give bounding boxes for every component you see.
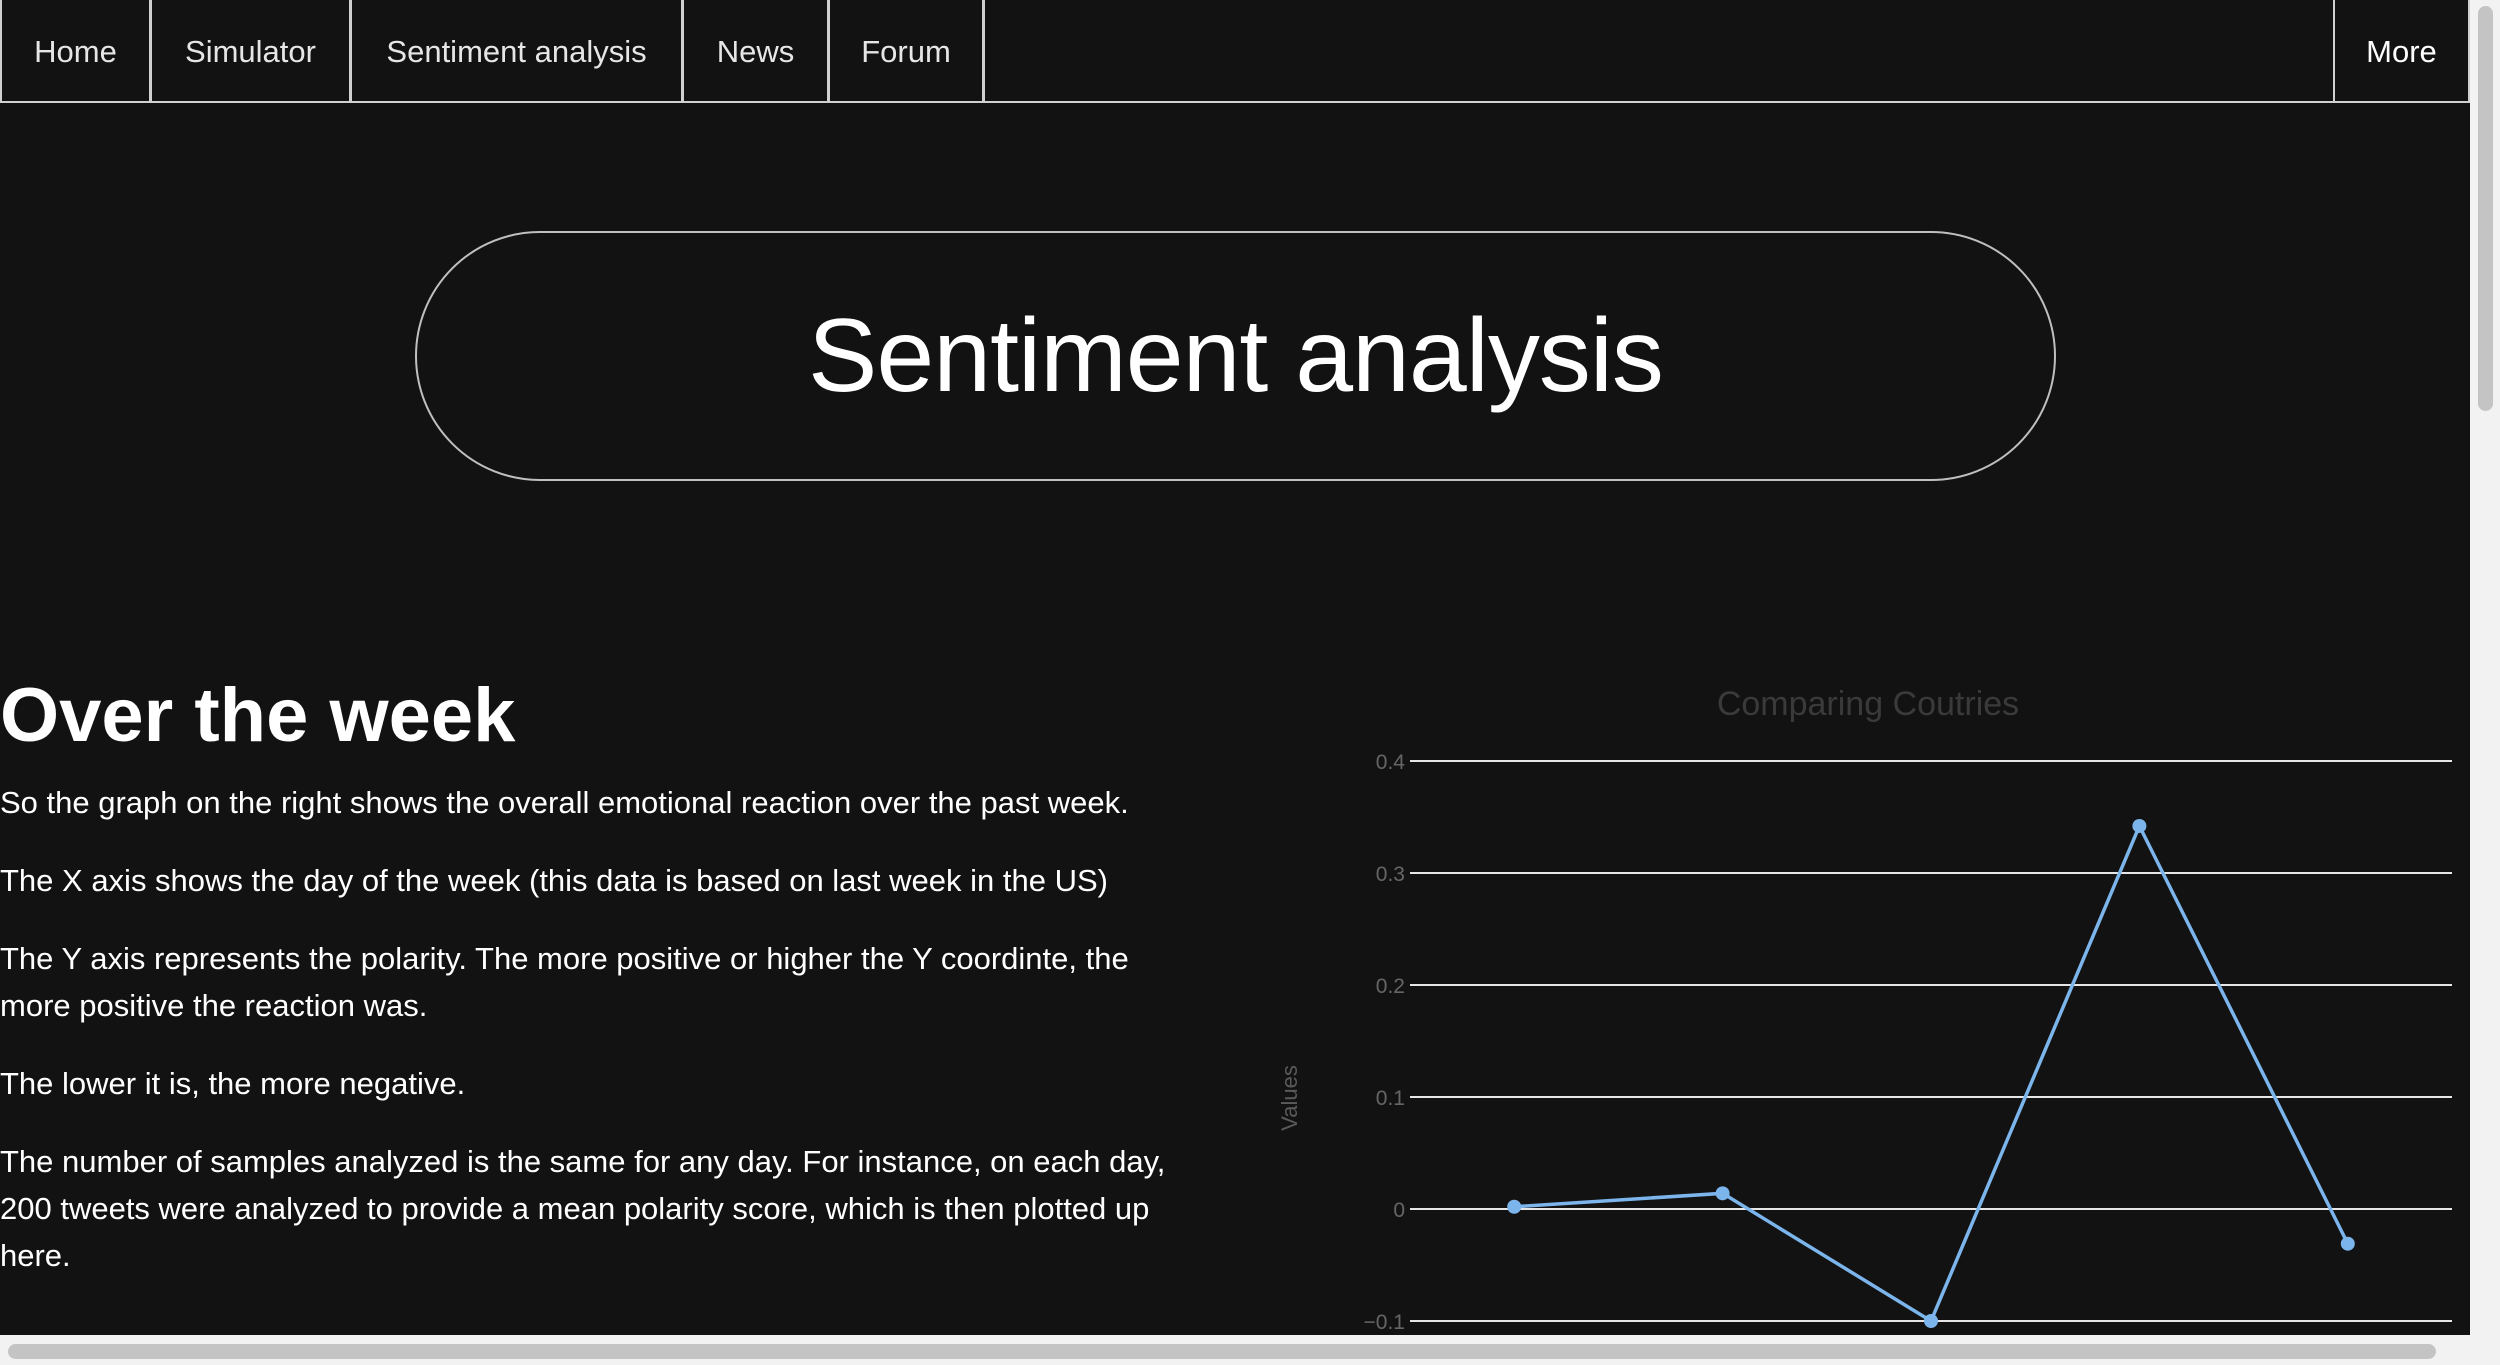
paragraph-negative: The lower it is, the more negative.: [0, 1066, 466, 1101]
chart-y-tick-label: 0: [1393, 1199, 1405, 1222]
chart-svg: Comparing Coutries Values 0.4 0.3 0.2 0.1 0 −…: [1277, 685, 2452, 1334]
paragraph-samples: The number of samples analyzed is the sa…: [0, 1144, 1166, 1273]
nav-more-button[interactable]: More: [2333, 0, 2470, 103]
chart-series-line: [1514, 821, 2350, 1324]
vertical-scrollbar[interactable]: [2470, 0, 2500, 1335]
chart-data-point[interactable]: [2340, 1236, 2355, 1251]
paragraph-y-axis: The Y axis represents the polarity. The …: [0, 941, 1129, 1023]
paragraph-x-axis: The X axis shows the day of the week (th…: [0, 863, 1108, 898]
nav-item-news[interactable]: News: [684, 0, 830, 103]
chart-y-axis-label: Values: [1277, 1065, 1302, 1131]
chart-y-tick-label: 0.3: [1376, 863, 1405, 886]
nav-item-sentiment-analysis[interactable]: Sentiment analysis: [352, 0, 684, 103]
hero-banner: Sentiment analysis: [415, 231, 2056, 481]
chart-y-tick-label: 0.1: [1376, 1087, 1405, 1110]
vertical-scrollbar-thumb[interactable]: [2478, 6, 2493, 411]
section-title: Over the week: [0, 673, 516, 758]
horizontal-scrollbar-thumb[interactable]: [8, 1344, 2436, 1359]
nav-item-simulator[interactable]: Simulator: [152, 0, 352, 103]
sentiment-chart: Comparing Coutries Values 0.4 0.3 0.2 0.1 0 −…: [1240, 670, 2470, 1335]
top-navigation: Home Simulator Sentiment analysis News F…: [0, 0, 2470, 103]
chart-y-tick-label: −0.1: [1364, 1311, 1405, 1334]
chart-data-point[interactable]: [1715, 1186, 1730, 1201]
chart-data-point[interactable]: [2132, 818, 2147, 833]
chart-y-tick-label: 0.4: [1376, 751, 1406, 774]
page-title: Sentiment analysis: [808, 297, 1664, 414]
nav-item-home[interactable]: Home: [0, 0, 152, 103]
paragraph-graph-intro: So the graph on the right shows the over…: [0, 785, 1129, 820]
horizontal-scrollbar[interactable]: [0, 1335, 2500, 1365]
chart-data-point[interactable]: [1507, 1199, 1522, 1214]
chart-title: Comparing Coutries: [1717, 685, 2019, 723]
chart-y-tick-label: 0.2: [1376, 975, 1405, 998]
chart-data-point[interactable]: [1924, 1314, 1938, 1328]
nav-item-forum[interactable]: Forum: [830, 0, 985, 103]
